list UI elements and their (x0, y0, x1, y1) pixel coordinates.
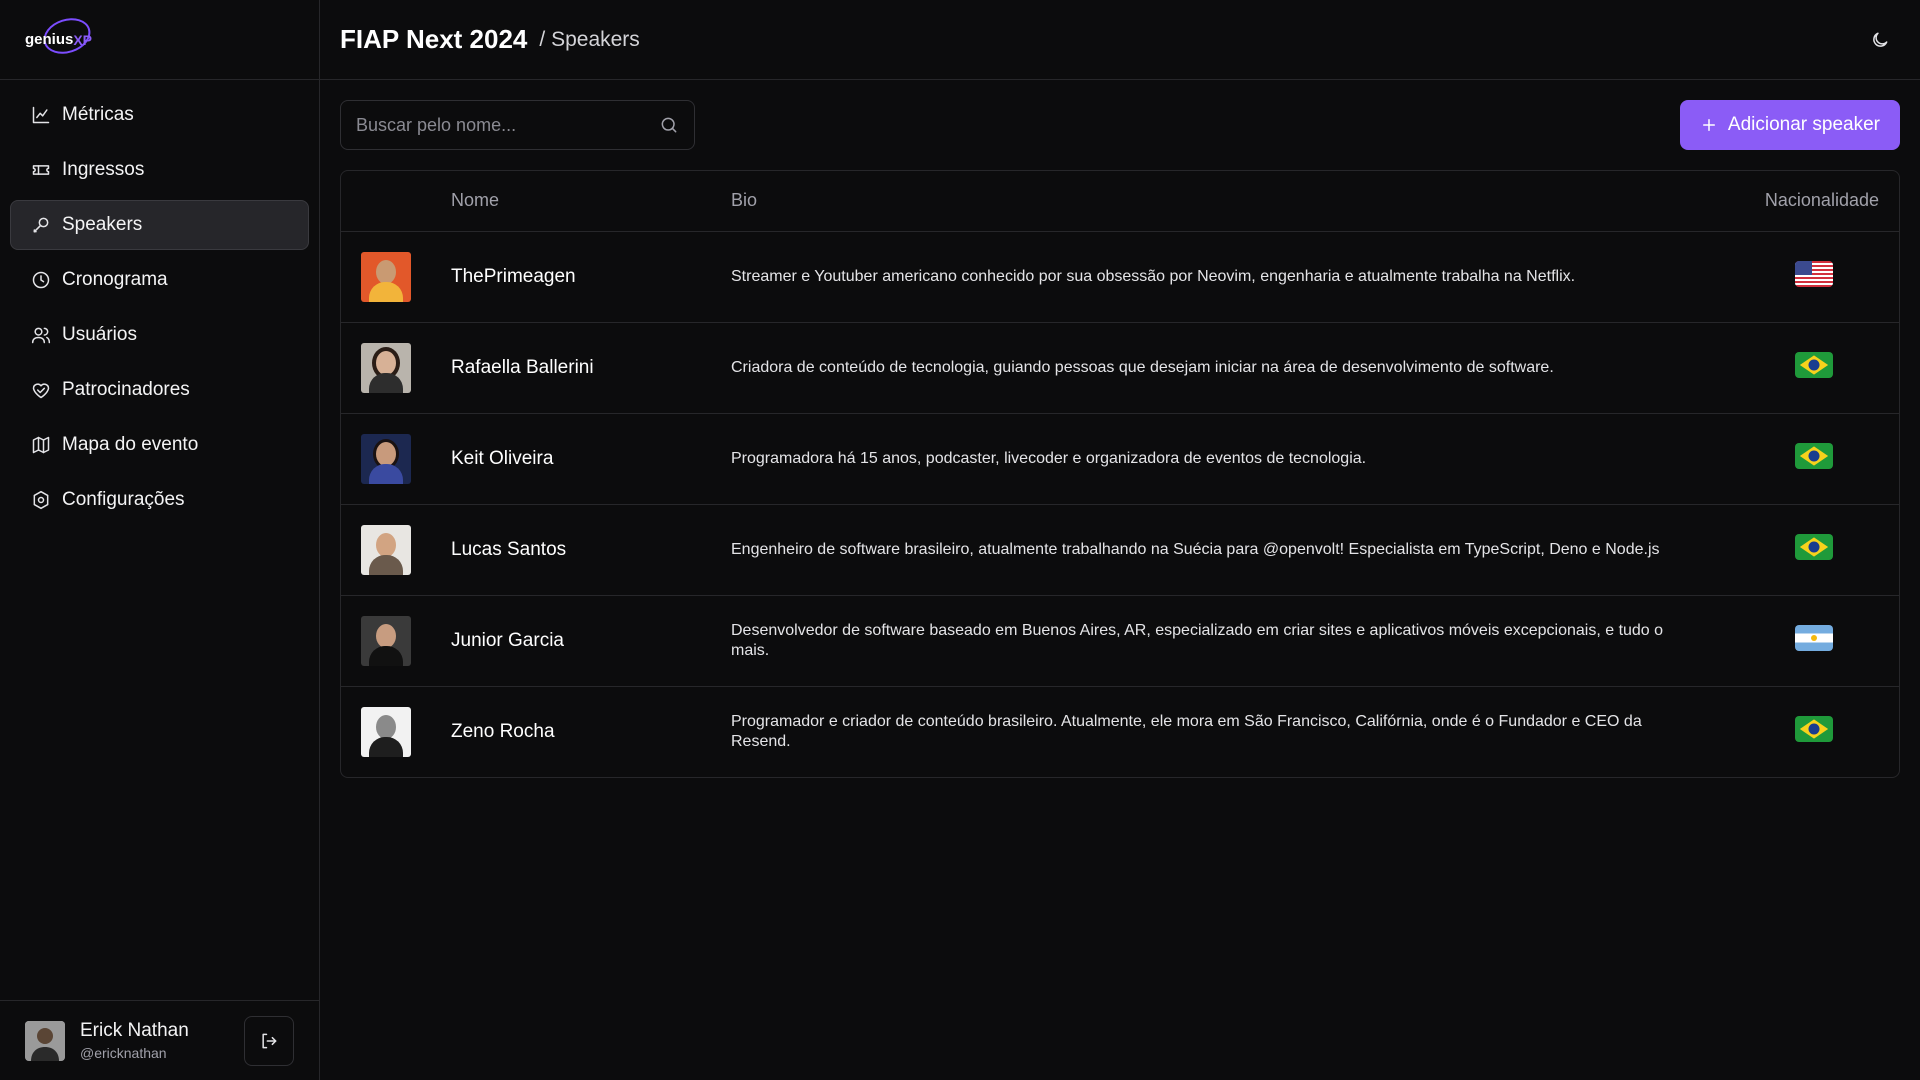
table-row[interactable]: Keit Oliveira Programadora há 15 anos, p… (341, 413, 1899, 505)
avatar-column-header (341, 171, 451, 232)
speaker-name: Junior Garcia (451, 595, 731, 687)
avatar (25, 1020, 65, 1061)
speaker-name: Keit Oliveira (451, 413, 731, 505)
add-speaker-label: Adicionar speaker (1727, 114, 1880, 135)
add-speaker-button[interactable]: Adicionar speaker (1679, 100, 1900, 150)
logo-word-1: genius (25, 31, 74, 48)
handshake-heart-icon (32, 383, 50, 399)
mic-icon (33, 217, 49, 233)
sidebar-item-label: Configurações (62, 489, 185, 510)
users-icon (31, 327, 51, 344)
brazil-flag-icon (1795, 534, 1833, 560)
speaker-avatar (361, 342, 411, 393)
brazil-flag-icon (1795, 716, 1833, 743)
sidebar-item-label: Ingressos (62, 159, 145, 180)
logo-word-2: XP (73, 31, 93, 48)
main-content: FIAP Next 2024 / Speakers Adicionar spea… (320, 0, 1920, 1080)
plus-icon (1702, 119, 1715, 131)
chart-line-icon (32, 106, 50, 124)
avatar-image (25, 1020, 65, 1061)
user-handle: @ericknathan (80, 1045, 167, 1061)
speaker-avatar (361, 706, 411, 757)
sidebar-item-label: Métricas (62, 104, 134, 125)
speaker-name: Zeno Rocha (451, 720, 555, 742)
argentina-flag-icon (1795, 625, 1833, 651)
speakers-section: Adicionar speaker Nome Bio Nacionalidade (320, 80, 1920, 778)
breadcrumb: / Speakers (539, 27, 640, 51)
user-profile: Erick Nathan @ericknathan (0, 1000, 319, 1080)
table-row[interactable]: Junior Garcia Desenvolvedor de software … (341, 595, 1899, 687)
settings-icon (33, 490, 49, 510)
logout-button[interactable] (244, 1015, 294, 1066)
topbar: FIAP Next 2024 / Speakers (320, 0, 1920, 80)
us-flag-icon (1795, 261, 1833, 287)
sidebar-item-metricas[interactable]: Métricas (10, 90, 309, 140)
brazil-flag-icon (1795, 352, 1833, 378)
sidebar-item-mapa-do-evento[interactable]: Mapa do evento (10, 420, 309, 470)
bio-column-header: Bio (731, 171, 1729, 232)
ticket-icon (32, 165, 50, 175)
app: genius XP Métricas Ingressos Speakers Cr… (0, 0, 1920, 1080)
page-title: FIAP Next 2024 (340, 24, 528, 54)
sidebar-item-label: Patrocinadores (62, 379, 190, 400)
table-row[interactable]: Zeno Rocha Programador e criador de cont… (341, 686, 1899, 777)
speaker-bio: Engenheiro de software brasileiro, atual… (731, 504, 1729, 596)
speaker-avatar (361, 524, 411, 575)
sidebar-item-usuarios[interactable]: Usuários (10, 310, 309, 360)
sidebar-item-speakers[interactable]: Speakers (10, 200, 309, 250)
table-header-row: Nome Bio Nacionalidade (341, 171, 1899, 232)
search-icon[interactable] (659, 115, 679, 135)
logout-icon (262, 1033, 277, 1048)
sidebar-nav: Métricas Ingressos Speakers Cronograma U… (0, 80, 319, 1000)
speaker-avatar (361, 615, 411, 666)
moon-icon (1873, 32, 1888, 47)
table-row[interactable]: Lucas Santos Engenheiro de software bras… (341, 504, 1899, 596)
name-column-header: Nome (451, 171, 731, 232)
sidebar-item-cronograma[interactable]: Cronograma (10, 255, 309, 305)
table-row[interactable]: Rafaella Ballerini Criadora de conteúdo … (341, 322, 1899, 414)
search-box (340, 100, 695, 150)
map-icon (32, 436, 50, 454)
speakers-table: Nome Bio Nacionalidade ThePrimeagen Stre… (340, 170, 1900, 778)
speaker-name: Rafaella Ballerini (451, 322, 731, 414)
theme-toggle-button[interactable] (1860, 20, 1900, 60)
sidebar: genius XP Métricas Ingressos Speakers Cr… (0, 0, 320, 1080)
speaker-bio: Streamer e Youtuber americano conhecido … (731, 231, 1729, 323)
search-input[interactable] (356, 114, 659, 136)
logo-area: genius XP (0, 0, 319, 80)
user-info: Erick Nathan @ericknathan (80, 1020, 244, 1061)
speaker-name: Lucas Santos (451, 504, 731, 596)
nationality-column-header: Nacionalidade (1729, 171, 1899, 232)
sidebar-item-configuracoes[interactable]: Configurações (10, 475, 309, 525)
sidebar-item-label: Speakers (62, 214, 143, 235)
user-name: Erick Nathan (80, 1020, 189, 1041)
sidebar-item-label: Usuários (62, 324, 137, 345)
genius-xp-logo[interactable]: genius XP (25, 12, 96, 60)
speaker-avatar (361, 251, 411, 302)
sidebar-item-ingressos[interactable]: Ingressos (10, 145, 309, 195)
sidebar-item-label: Cronograma (62, 269, 168, 290)
speaker-bio: Criadora de conteúdo de tecnologia, guia… (731, 322, 1729, 414)
sidebar-item-patrocinadores[interactable]: Patrocinadores (10, 365, 309, 415)
brazil-flag-icon (1795, 443, 1833, 469)
speaker-bio: Programador e criador de conteúdo brasil… (731, 712, 1642, 750)
clock-icon (32, 271, 50, 289)
speaker-name: ThePrimeagen (451, 231, 731, 323)
toolbar: Adicionar speaker (340, 100, 1900, 150)
speaker-bio: Programadora há 15 anos, podcaster, live… (731, 413, 1729, 505)
speaker-bio: Desenvolvedor de software baseado em Bue… (731, 595, 1729, 687)
table-row[interactable]: ThePrimeagen Streamer e Youtuber america… (341, 231, 1899, 323)
speaker-avatar (361, 433, 411, 484)
sidebar-item-label: Mapa do evento (62, 434, 199, 455)
